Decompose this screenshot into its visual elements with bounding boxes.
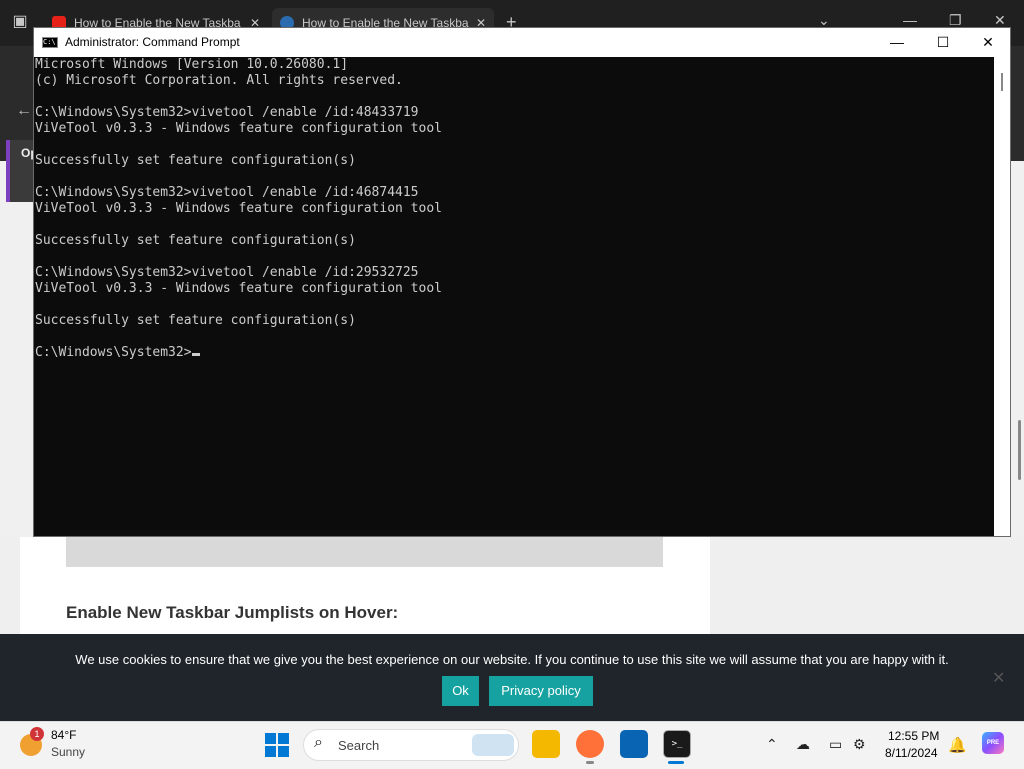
browser-minimize-icon[interactable]: — [903, 12, 917, 28]
cookie-ok-button[interactable]: Ok [442, 676, 479, 706]
console-line: Successfully set feature configuration(s… [35, 313, 356, 328]
console-prompt-line[interactable]: C:\Windows\System32> [34, 345, 994, 361]
sidebar-panel: Op [6, 140, 38, 202]
article-image [66, 537, 663, 567]
cookie-message: We use cookies to ensure that we give yo… [75, 652, 949, 667]
firefox-running-indicator [586, 761, 594, 764]
browser-right-edge [1010, 46, 1024, 161]
clock-time[interactable]: 12:55 PM [888, 729, 939, 743]
console-line: Microsoft Windows [Version 10.0.26080.1] [35, 57, 349, 72]
search-highlight-image [472, 734, 514, 756]
cmd-close-button[interactable]: ✕ [965, 28, 1011, 57]
back-arrow-icon[interactable]: ← [16, 102, 32, 120]
privacy-policy-button[interactable]: Privacy policy [489, 676, 593, 706]
clock-date[interactable]: 8/11/2024 [885, 746, 938, 760]
cmd-app-icon: C:\ [42, 37, 58, 48]
article-heading: Enable New Taskbar Jumplists on Hover: [66, 603, 399, 622]
console-line: ViVeTool v0.3.3 - Windows feature config… [35, 201, 442, 216]
cmd-maximize-button[interactable]: ☐ [920, 28, 966, 57]
microsoft-store-icon[interactable] [620, 730, 648, 758]
cmd-scrollbar-thumb[interactable] [1001, 73, 1003, 91]
weather-temperature: 84°F [51, 728, 77, 742]
search-icon: ⌕ [314, 734, 323, 751]
console-line: C:\Windows\System32>vivetool /enable /id… [35, 265, 419, 280]
taskbar-search[interactable]: ⌕ Search [303, 729, 519, 761]
cmd-minimize-button[interactable]: — [874, 28, 920, 57]
console-line: ViVeTool v0.3.3 - Windows feature config… [35, 281, 442, 296]
browser-sidebar: ← Op [0, 46, 38, 202]
console-line: Successfully set feature configuration(s… [35, 153, 356, 168]
command-prompt-taskbar-icon[interactable]: >_ [663, 730, 691, 758]
network-icon[interactable]: ⚙ [853, 736, 866, 753]
tab-actions-icon[interactable]: ▣ [10, 12, 30, 32]
console-line: Successfully set feature configuration(s… [35, 233, 356, 248]
display-icon[interactable]: ▭ [829, 736, 842, 753]
sidebar-accent [6, 140, 10, 202]
copilot-icon[interactable]: PRE [982, 732, 1004, 754]
show-hidden-icons-chevron-icon[interactable]: ⌃ [766, 736, 778, 753]
weather-badge: 1 [30, 727, 44, 741]
console-line: C:\Windows\System32>vivetool /enable /id… [35, 105, 419, 120]
notification-bell-icon[interactable]: 🔔 [948, 736, 967, 754]
weather-condition: Sunny [51, 745, 86, 759]
taskbar: 1 84°F Sunny ⌕ Search >_ ⌃ ☁ ▭ ⚙ 12:55 P… [0, 721, 1024, 769]
command-prompt-window: C:\ Administrator: Command Prompt — ☐ ✕ … [33, 27, 1011, 537]
cmd-scrollbar[interactable] [994, 57, 1010, 536]
start-button-icon[interactable] [265, 733, 289, 757]
console-line: C:\Windows\System32>vivetool /enable /id… [35, 185, 419, 200]
cookie-close-icon[interactable]: ✕ [992, 668, 1005, 688]
file-explorer-icon[interactable] [532, 730, 560, 758]
cmd-active-indicator [668, 761, 684, 764]
cmd-window-title: Administrator: Command Prompt [65, 35, 240, 49]
console-line: (c) Microsoft Corporation. All rights re… [35, 73, 403, 88]
cmd-titlebar[interactable]: C:\ Administrator: Command Prompt — ☐ ✕ [34, 28, 1010, 57]
console-output[interactable]: Microsoft Windows [Version 10.0.26080.1]… [34, 57, 994, 536]
console-prompt: C:\Windows\System32> [35, 345, 192, 360]
firefox-icon[interactable] [576, 730, 604, 758]
onedrive-cloud-icon[interactable]: ☁ [796, 736, 810, 753]
console-line: ViVeTool v0.3.3 - Windows feature config… [35, 121, 442, 136]
page-scrollbar[interactable] [1018, 420, 1021, 480]
text-cursor [191, 353, 200, 356]
search-label: Search [338, 738, 380, 753]
cookie-banner: We use cookies to ensure that we give yo… [0, 634, 1024, 721]
